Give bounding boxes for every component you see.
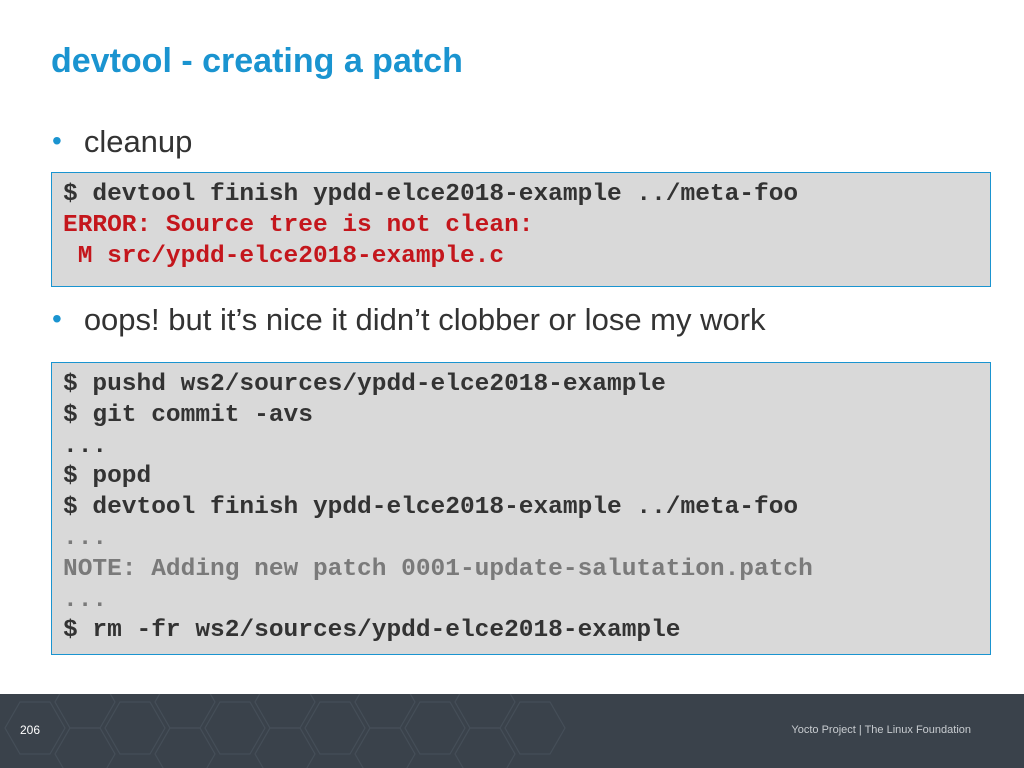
bullet-dot-icon: •: [52, 303, 62, 334]
code-line-error: ERROR: Source tree is not clean:: [63, 211, 534, 239]
code-block-commit-finish: $ pushd ws2/sources/ypdd-elce2018-exampl…: [51, 362, 991, 655]
code-line-command: $ devtool finish ypdd-elce2018-example .…: [63, 494, 799, 522]
code-line-note: NOTE: Adding new patch 0001-update-salut…: [63, 555, 813, 583]
code-line-command: $ popd: [63, 463, 152, 491]
code-line-ellipsis: ...: [63, 524, 108, 552]
slide-footer: 206 Yocto Project | The Linux Foundation: [0, 694, 1024, 768]
footer-text: Yocto Project | The Linux Foundation: [791, 724, 971, 736]
bullet-cleanup: • cleanup: [52, 124, 192, 160]
code-line-ellipsis: ...: [63, 432, 108, 460]
page-number: 206: [20, 723, 41, 737]
slide-title: devtool - creating a patch: [51, 42, 463, 80]
code-block-finish-error: $ devtool finish ypdd-elce2018-example .…: [51, 172, 991, 287]
code-line-command: $ git commit -avs: [63, 401, 313, 429]
bullet-dot-icon: •: [52, 125, 62, 156]
bullet-text: cleanup: [83, 124, 193, 159]
bullet-text: oops! but it’s nice it didn’t clobber or…: [83, 302, 766, 337]
bullet-oops: • oops! but it’s nice it didn’t clobber o…: [52, 302, 766, 338]
code-line-error-file: M src/ypdd-elce2018-example.c: [63, 242, 505, 270]
code-line-ellipsis: ...: [63, 586, 108, 614]
code-line-command: $ rm -fr ws2/sources/ypdd-elce2018-examp…: [63, 617, 681, 645]
code-line-command: $ devtool finish ypdd-elce2018-example .…: [63, 181, 799, 208]
code-line-command: $ pushd ws2/sources/ypdd-elce2018-exampl…: [63, 371, 666, 398]
